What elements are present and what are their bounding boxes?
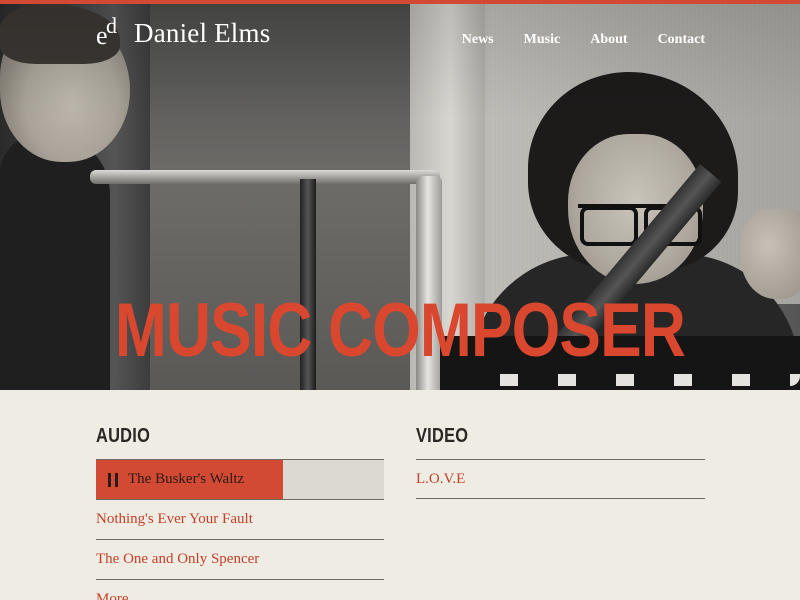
audio-track-list: The Busker's Waltz Nothing's Ever Your F…: [96, 459, 384, 600]
now-playing-label: The Busker's Waltz: [128, 471, 245, 487]
nav-contact-link[interactable]: Contact: [658, 32, 705, 48]
video-heading: VIDEO: [416, 425, 469, 447]
pause-icon[interactable]: [108, 472, 118, 487]
hero-title: MUSIC COMPOSER: [114, 288, 686, 373]
audio-track-item[interactable]: Nothing's Ever Your Fault: [96, 499, 384, 539]
now-playing-track[interactable]: The Busker's Waltz: [96, 459, 384, 499]
nav-music-link[interactable]: Music: [524, 32, 561, 48]
site-logo[interactable]: ed Daniel Elms: [96, 13, 271, 50]
video-item[interactable]: L.O.V.E: [416, 459, 705, 499]
main-nav: News Music About Contact: [462, 32, 705, 48]
site-name: Daniel Elms: [134, 17, 271, 48]
logo-de-monogram-icon: ed: [96, 13, 117, 50]
top-accent-bar: [0, 0, 800, 4]
audio-track-item[interactable]: The One and Only Spencer: [96, 539, 384, 579]
nav-about-link[interactable]: About: [590, 32, 627, 48]
video-list: L.O.V.E: [416, 459, 705, 499]
audio-more-link[interactable]: More: [96, 579, 384, 600]
nav-news-link[interactable]: News: [462, 32, 494, 48]
audio-heading: AUDIO: [96, 425, 151, 447]
